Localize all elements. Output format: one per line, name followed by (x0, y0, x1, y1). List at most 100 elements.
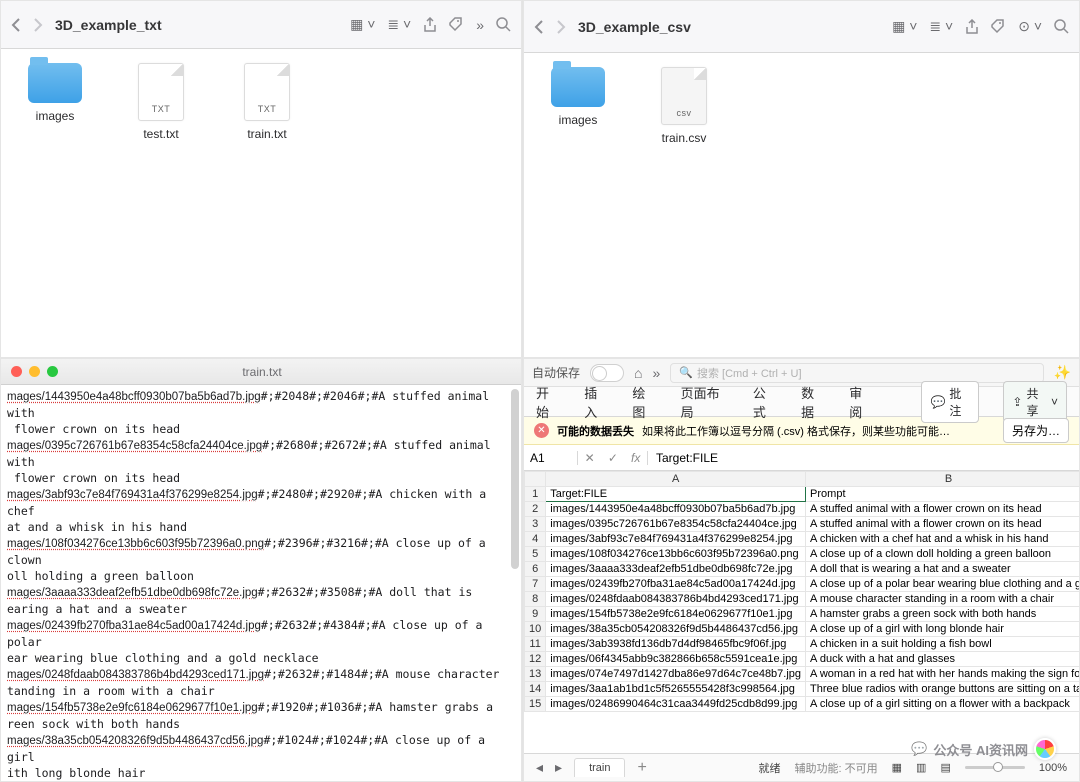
add-sheet-button[interactable]: + (637, 759, 646, 777)
row-header[interactable]: 12 (525, 652, 546, 667)
file-item[interactable]: TXTtrain.txt (229, 63, 305, 141)
more-icon[interactable]: » (476, 17, 484, 33)
row-header[interactable]: 5 (525, 547, 546, 562)
zoom-level[interactable]: 100% (1039, 762, 1067, 774)
cell[interactable]: images/3ab3938fd136db7d4df98465fbc9f06f.… (546, 637, 806, 652)
cell[interactable]: A stuffed animal with a flower crown on … (806, 502, 1079, 517)
cell[interactable]: images/0248fdaab084383786b4bd4293ced171.… (546, 592, 806, 607)
tab-insert[interactable]: 插入 (584, 383, 608, 421)
search-icon[interactable] (496, 17, 511, 32)
cell[interactable]: images/074e7497d1427dba86e97d64c7ce48b7.… (546, 667, 806, 682)
maximize-icon[interactable] (47, 366, 58, 377)
file-item[interactable]: csvtrain.csv (646, 67, 722, 145)
cell[interactable]: A doll that is wearing a hat and a sweat… (806, 562, 1079, 577)
cell[interactable]: A close up of a clown doll holding a gre… (806, 547, 1079, 562)
tag-icon[interactable] (449, 17, 464, 32)
back-icon[interactable] (11, 18, 21, 32)
cell[interactable]: A duck with a hat and glasses (806, 652, 1079, 667)
file-item[interactable]: images (540, 67, 616, 145)
cell[interactable]: images/3abf93c7e84f769431a4f376299e8254.… (546, 532, 806, 547)
next-sheet-icon[interactable]: ▸ (555, 759, 562, 776)
view-break-icon[interactable]: ▤ (940, 761, 950, 774)
cell[interactable]: images/02486990464c31caa3449fd25cdb8d99.… (546, 697, 806, 712)
forward-icon[interactable] (33, 18, 43, 32)
name-box[interactable]: A1 (524, 451, 578, 465)
col-header[interactable]: B (806, 472, 1079, 487)
search-icon[interactable] (1054, 19, 1069, 34)
close-banner-icon[interactable]: ✕ (534, 423, 549, 438)
row-header[interactable]: 14 (525, 682, 546, 697)
cell[interactable]: A stuffed animal with a flower crown on … (806, 517, 1079, 532)
cancel-icon[interactable]: ✕ (585, 451, 595, 465)
cell[interactable]: images/38a35cb054208326f9d5b4486437cd56.… (546, 622, 806, 637)
sheet-tab[interactable]: train (574, 758, 625, 777)
cell[interactable]: A close up of a polar bear wearing blue … (806, 577, 1079, 592)
row-header[interactable]: 8 (525, 592, 546, 607)
row-header[interactable]: 15 (525, 697, 546, 712)
search-input[interactable]: 🔍 搜索 [Cmd + Ctrl + U] (670, 363, 1043, 383)
prev-sheet-icon[interactable]: ◂ (536, 759, 543, 776)
row-header[interactable]: 13 (525, 667, 546, 682)
forward-icon[interactable] (556, 20, 566, 34)
finder-window-left[interactable]: 3D_example_txt ▦ ˅ ≣ ˅ » imagesTXTtest.t… (0, 0, 522, 358)
scrollbar[interactable] (511, 389, 519, 569)
share-button[interactable]: ⇪ 共享 ˅ (1003, 381, 1067, 423)
cell[interactable]: images/0395c726761b67e8354c58cfa24404ce.… (546, 517, 806, 532)
cell[interactable]: images/3aa1ab1bd1c5f5265555428f3c998564.… (546, 682, 806, 697)
close-icon[interactable] (11, 366, 22, 377)
more-icon[interactable]: ⊙ ˅ (1018, 18, 1042, 35)
cell[interactable]: A woman in a red hat with her hands maki… (806, 667, 1079, 682)
spreadsheet-grid[interactable]: ABCDEF1Target:FILEPrompt2images/1443950e… (524, 471, 1079, 753)
cell[interactable]: A mouse character standing in a room wit… (806, 592, 1079, 607)
file-item[interactable]: TXTtest.txt (123, 63, 199, 141)
file-item[interactable]: images (17, 63, 93, 141)
home-icon[interactable]: ⌂ (634, 365, 642, 381)
cell[interactable]: Target:FILE (546, 487, 806, 502)
row-header[interactable]: 1 (525, 487, 546, 502)
row-header[interactable]: 7 (525, 577, 546, 592)
cell[interactable]: images/1443950e4a48bcff0930b07ba5b6ad7b.… (546, 502, 806, 517)
formula-input[interactable]: Target:FILE (648, 451, 726, 465)
cell[interactable]: A close up of a girl sitting on a flower… (806, 697, 1079, 712)
tab-review[interactable]: 审阅 (849, 383, 873, 421)
share-icon[interactable] (965, 19, 979, 35)
cell[interactable]: Three blue radios with orange buttons ar… (806, 682, 1079, 697)
comments-button[interactable]: 💬 批注 (921, 381, 979, 423)
back-icon[interactable] (534, 20, 544, 34)
cell[interactable]: A close up of a girl with long blonde ha… (806, 622, 1079, 637)
group-icon[interactable]: ≣ ˅ (387, 16, 411, 33)
cell[interactable]: images/108f034276ce13bb6c603f95b72396a0.… (546, 547, 806, 562)
row-header[interactable]: 4 (525, 532, 546, 547)
row-header[interactable]: 3 (525, 517, 546, 532)
group-icon[interactable]: ≣ ˅ (929, 18, 953, 35)
cell[interactable]: images/02439fb270fba31ae84c5ad00a17424d.… (546, 577, 806, 592)
save-as-button[interactable]: 另存为… (1003, 418, 1069, 443)
cell[interactable]: Prompt (806, 487, 1079, 502)
enter-icon[interactable]: ✓ (608, 451, 618, 465)
row-header[interactable]: 10 (525, 622, 546, 637)
excel-window[interactable]: 自动保存 ⌂ » 🔍 搜索 [Cmd + Ctrl + U] ✨ 开始 插入 绘… (523, 358, 1080, 782)
row-header[interactable]: 11 (525, 637, 546, 652)
row-header[interactable]: 9 (525, 607, 546, 622)
minimize-icon[interactable] (29, 366, 40, 377)
tab-formulas[interactable]: 公式 (753, 383, 777, 421)
cell[interactable]: A hamster grabs a green sock with both h… (806, 607, 1079, 622)
view-icons-icon[interactable]: ▦ ˅ (350, 16, 375, 33)
copilot-icon[interactable]: ✨ (1054, 364, 1071, 381)
view-normal-icon[interactable]: ▦ (892, 761, 902, 774)
tab-data[interactable]: 数据 (801, 383, 825, 421)
view-icons-icon[interactable]: ▦ ˅ (892, 18, 917, 35)
row-header[interactable]: 6 (525, 562, 546, 577)
view-page-icon[interactable]: ▥ (916, 761, 926, 774)
autosave-toggle[interactable] (590, 364, 624, 382)
col-header[interactable]: A (546, 472, 806, 487)
cell[interactable]: A chicken with a chef hat and a whisk in… (806, 532, 1079, 547)
cell[interactable]: images/06f4345abb9c382866b658c5591cea1e.… (546, 652, 806, 667)
share-icon[interactable] (423, 17, 437, 33)
cell[interactable]: A chicken in a suit holding a fish bowl (806, 637, 1079, 652)
tag-icon[interactable] (991, 19, 1006, 34)
editor-content[interactable]: mages/1443950e4a48bcff0930b07ba5b6ad7b.j… (1, 385, 521, 781)
tab-home[interactable]: 开始 (536, 383, 560, 421)
row-header[interactable]: 2 (525, 502, 546, 517)
cell[interactable]: images/154fb5738e2e9fc6184e0629677f10e1.… (546, 607, 806, 622)
